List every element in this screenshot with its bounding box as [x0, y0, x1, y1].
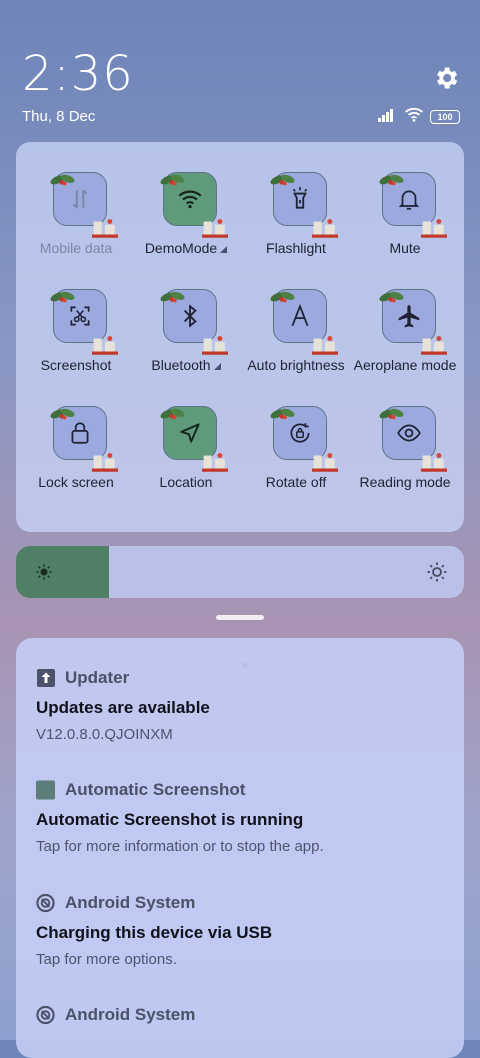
notification-title: Charging this device via USB	[36, 923, 273, 942]
gift-decoration-icon	[312, 449, 338, 472]
holly-decoration-icon	[270, 401, 295, 420]
tile-mobile-data[interactable]: Mobile data	[21, 142, 131, 256]
gift-decoration-icon	[421, 449, 447, 472]
notification-body: V12.0.8.0.QJOINXM	[36, 726, 173, 743]
tile-label: Reading mode	[340, 474, 470, 490]
quick-settings-panel: Mobile data DemoMode Flashlight Mute Screens…	[16, 142, 464, 668]
settings-gear-icon[interactable]	[432, 64, 460, 92]
gift-decoration-icon	[202, 332, 228, 355]
holly-decoration-icon	[379, 401, 404, 420]
notification-app-name: Automatic Screenshot	[65, 780, 246, 799]
tile-label: Mute	[340, 240, 470, 256]
date-label: Thu, 8 Dec	[22, 108, 96, 125]
tile-label-text: Aeroplane mode	[353, 357, 457, 373]
tile-lock-screen[interactable]: Lock screen	[21, 376, 131, 490]
tile-toggle-button[interactable]	[50, 406, 118, 472]
signal-icon	[378, 108, 398, 127]
upload-arrow-icon	[36, 669, 55, 688]
holly-decoration-icon	[379, 167, 404, 186]
brightness-level-fill	[16, 546, 110, 598]
tile-toggle-button[interactable]	[160, 406, 228, 472]
gift-decoration-icon	[421, 332, 447, 355]
notification-title: Updates are available	[36, 698, 210, 717]
tile-toggle-button[interactable]	[160, 289, 228, 355]
tile-aeroplane-mode[interactable]: Aeroplane mode	[350, 259, 460, 373]
holly-decoration-icon	[50, 401, 75, 420]
brightness-slider[interactable]	[16, 546, 464, 598]
tile-toggle-button[interactable]	[270, 289, 338, 355]
notification-auto-screenshot[interactable]: Automatic Screenshot Automatic Screensho…	[36, 778, 446, 855]
tile-label-text: Flashlight	[266, 240, 326, 256]
tile-toggle-button[interactable]	[379, 172, 447, 238]
tile-label-text: Rotate off	[265, 474, 327, 490]
notification-android-system-usb[interactable]: Android System Charging this device via …	[36, 891, 446, 968]
notification-panel: Updater Updates are available V12.0.8.0.…	[16, 638, 464, 1058]
tile-mute[interactable]: Mute	[350, 142, 460, 256]
tile-bluetooth[interactable]: Bluetooth	[131, 259, 241, 373]
gift-decoration-icon	[92, 449, 118, 472]
holly-decoration-icon	[160, 167, 185, 186]
tile-label-text: DemoMode	[144, 240, 218, 256]
notification-title: Automatic Screenshot is running	[36, 810, 304, 829]
tile-label-text: Bluetooth	[151, 357, 211, 373]
tile-screenshot[interactable]: Screenshot	[21, 259, 131, 373]
tile-label: Aeroplane mode	[340, 357, 470, 373]
android-system-icon	[36, 893, 55, 913]
tile-rotate-off[interactable]: Rotate off	[241, 376, 351, 490]
gift-decoration-icon	[312, 332, 338, 355]
brightness-high-icon	[426, 561, 448, 583]
notification-body: Tap for more information or to stop the …	[36, 838, 324, 855]
drag-handle[interactable]	[216, 615, 264, 620]
tile-reading-mode[interactable]: Reading mode	[350, 376, 460, 490]
tile-toggle-button[interactable]	[379, 289, 447, 355]
tile-toggle-button[interactable]	[50, 289, 118, 355]
holly-decoration-icon	[160, 284, 185, 303]
gift-decoration-icon	[312, 215, 338, 238]
holly-decoration-icon	[270, 284, 295, 303]
notification-app-name: Android System	[65, 1005, 196, 1024]
battery-indicator: 100	[430, 110, 460, 124]
app-square-icon	[36, 780, 55, 800]
tile-toggle-button[interactable]	[270, 406, 338, 472]
gift-decoration-icon	[92, 215, 118, 238]
gift-decoration-icon	[92, 332, 118, 355]
tile-flashlight[interactable]: Flashlight	[241, 142, 351, 256]
notification-body: Tap for more options.	[36, 951, 177, 968]
gift-decoration-icon	[202, 215, 228, 238]
holly-decoration-icon	[160, 401, 185, 420]
tile-toggle-button[interactable]	[50, 172, 118, 238]
holly-decoration-icon	[50, 167, 75, 186]
tile-label-text: Mobile data	[39, 240, 113, 256]
notification-app-name: Android System	[65, 893, 196, 912]
holly-decoration-icon	[50, 284, 75, 303]
android-system-icon	[36, 1005, 55, 1025]
wifi-status-icon	[404, 107, 424, 127]
tile-label-text: Location	[159, 474, 213, 490]
tile-toggle-button[interactable]	[270, 172, 338, 238]
expand-caret-icon[interactable]	[220, 245, 228, 253]
tile-label-text: Reading mode	[359, 474, 451, 490]
tile-auto-brightness[interactable]: Auto brightness	[241, 259, 351, 373]
gift-decoration-icon	[421, 215, 447, 238]
tile-label-text: Screenshot	[40, 357, 112, 373]
tile-location[interactable]: Location	[131, 376, 241, 490]
status-icons: 100	[378, 107, 460, 127]
clock-time: 2:36	[22, 46, 134, 102]
tile-demomode[interactable]: DemoMode	[131, 142, 241, 256]
gift-decoration-icon	[202, 449, 228, 472]
notification-app-name: Updater	[65, 668, 130, 687]
tile-label-text: Lock screen	[38, 474, 114, 490]
holly-decoration-icon	[270, 167, 295, 186]
tile-toggle-button[interactable]	[379, 406, 447, 472]
notification-updater[interactable]: Updater Updates are available V12.0.8.0.…	[36, 666, 446, 743]
expand-caret-icon[interactable]	[213, 362, 221, 370]
tile-toggle-button[interactable]	[160, 172, 228, 238]
tile-label-text: Auto brightness	[247, 357, 345, 373]
holly-decoration-icon	[379, 284, 404, 303]
notification-android-system-2[interactable]: Android System	[36, 1003, 446, 1027]
brightness-low-icon	[34, 562, 54, 582]
tile-label-text: Mute	[389, 240, 421, 256]
